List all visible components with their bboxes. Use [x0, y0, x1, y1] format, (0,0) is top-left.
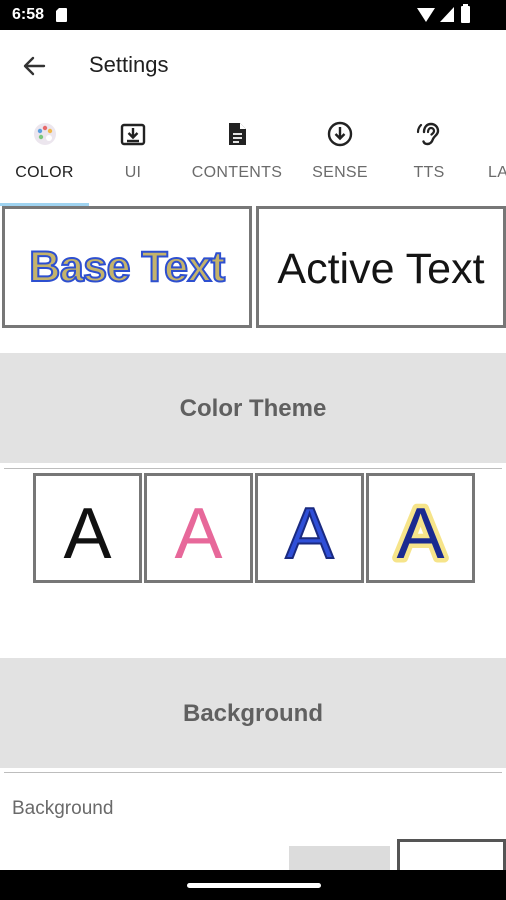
section-title: Background: [182, 700, 323, 727]
home-gesture-pill[interactable]: [187, 883, 321, 888]
tab-contents[interactable]: CONTENTS: [188, 102, 286, 206]
background-setting-label: Background: [12, 798, 114, 819]
battery-icon: [461, 4, 470, 23]
document-icon: [229, 123, 246, 145]
arrow-left-icon: [23, 56, 46, 76]
section-title: Color Theme: [179, 395, 327, 422]
app-bar: Settings: [0, 30, 506, 102]
tab-label: COLOR: [15, 164, 74, 181]
hearing-icon: [416, 122, 440, 146]
back-button[interactable]: [14, 48, 54, 84]
theme-letter: A: [285, 494, 333, 574]
tab-tts[interactable]: TTS: [384, 102, 474, 206]
theme-swatch-yellow-glow[interactable]: A A: [366, 473, 475, 583]
base-text-preview[interactable]: Base Text: [2, 206, 252, 328]
tab-label: LA: [488, 164, 506, 181]
tab-color[interactable]: COLOR: [0, 102, 89, 206]
settings-screen: 6:58 Settings COLOR UI CONTENTS SENSE TT…: [0, 0, 506, 900]
active-text-preview[interactable]: Active Text: [256, 206, 506, 328]
letter-a-icon: A: [284, 493, 334, 575]
theme-letter: A: [396, 494, 444, 574]
tab-label: TTS: [413, 164, 445, 181]
download-box-icon: [120, 123, 146, 146]
background-header: Background: [0, 658, 506, 768]
tab-label: UI: [124, 164, 142, 181]
theme-letter: A: [63, 494, 111, 574]
theme-letter: A: [174, 494, 222, 574]
theme-swatch-black[interactable]: A: [33, 473, 142, 583]
cell-signal-icon: [440, 7, 454, 22]
divider: [4, 772, 502, 773]
navigation-bar: [0, 870, 506, 900]
arrow-circle-down-icon: [327, 121, 353, 147]
status-bar: 6:58: [0, 0, 506, 30]
tab-ui[interactable]: UI: [89, 102, 177, 206]
base-text-sample: Base Text: [28, 242, 226, 292]
active-text-sample: Active Text: [277, 245, 485, 293]
tab-sense[interactable]: SENSE: [296, 102, 384, 206]
divider: [4, 468, 502, 469]
theme-swatch-pink[interactable]: A: [144, 473, 253, 583]
theme-swatch-blue[interactable]: A: [255, 473, 364, 583]
palette-icon: [33, 123, 56, 145]
text-preview-row: Base Text Active Text: [0, 206, 506, 328]
letter-a-icon: A: [63, 494, 111, 574]
status-time: 6:58: [12, 6, 45, 23]
sim-card-icon: [55, 7, 67, 22]
tab-bar: COLOR UI CONTENTS SENSE TTS LA: [0, 102, 506, 206]
tab-label: SENSE: [312, 164, 368, 181]
color-theme-header: Color Theme: [0, 353, 506, 463]
letter-a-icon: A A: [392, 490, 449, 579]
tab-label: CONTENTS: [191, 164, 283, 181]
page-title: Settings: [89, 52, 169, 77]
letter-a-icon: A: [174, 494, 222, 574]
tab-la[interactable]: LA: [480, 102, 506, 206]
wifi-icon: [417, 8, 435, 22]
